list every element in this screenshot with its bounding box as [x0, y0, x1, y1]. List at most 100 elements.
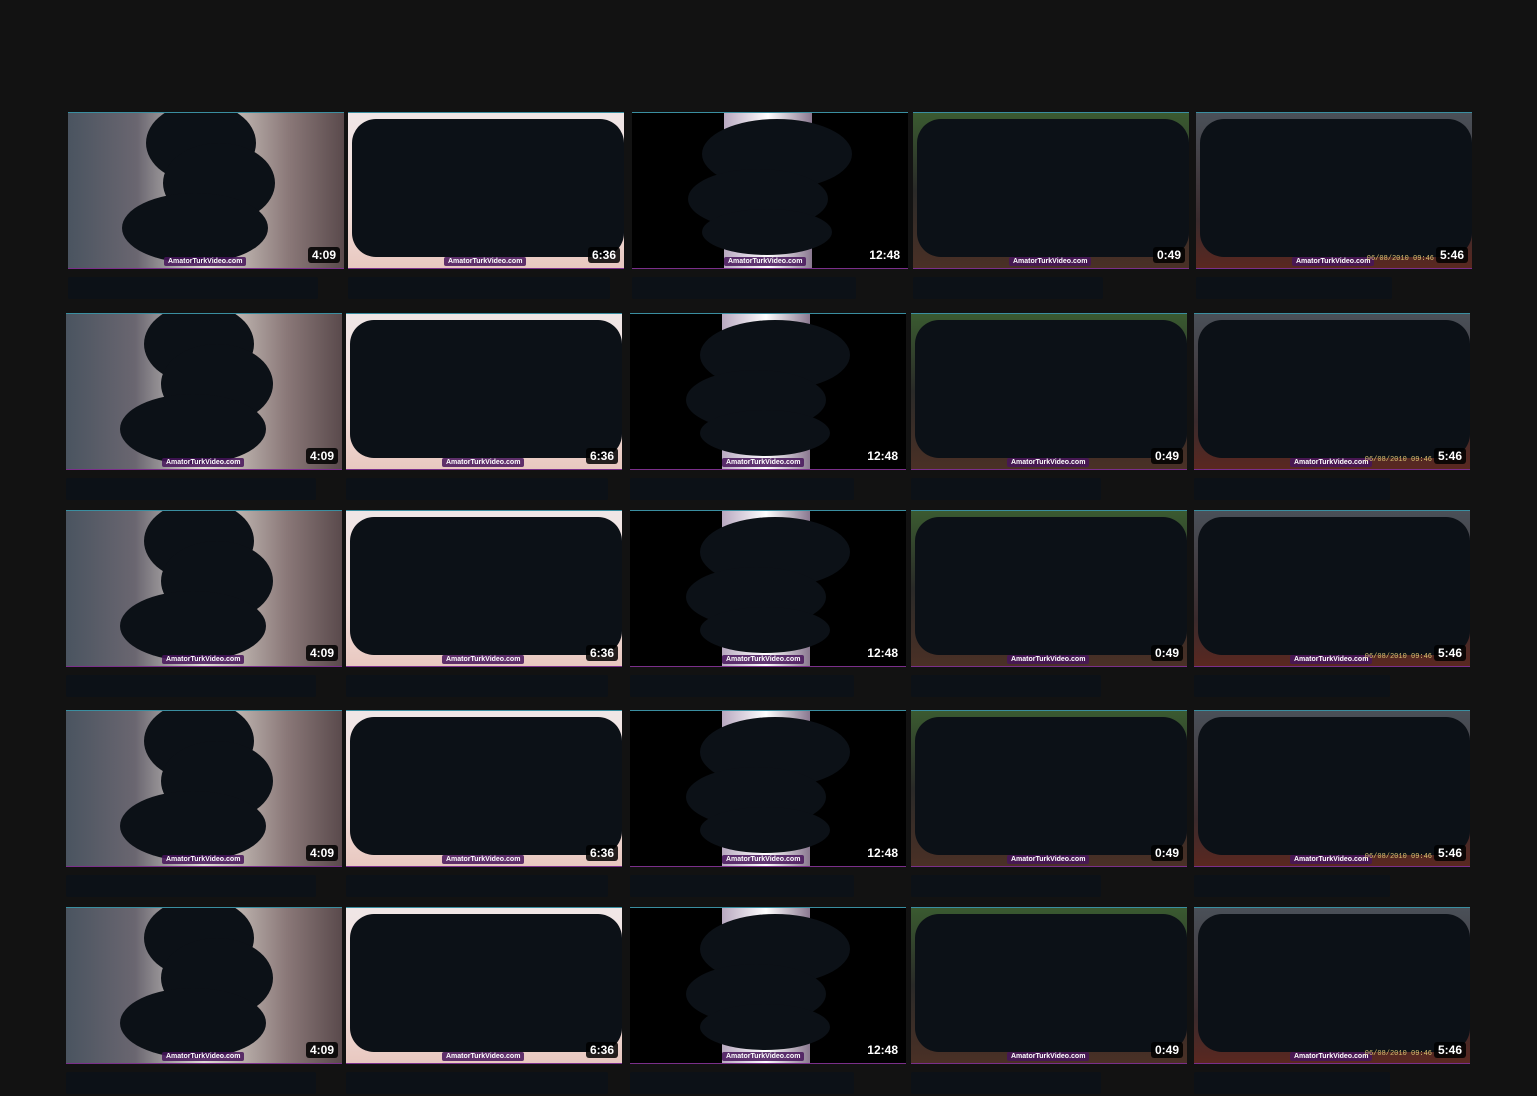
- video-card[interactable]: AmatorTurkVideo.com 12:48: [632, 112, 908, 301]
- video-card[interactable]: AmatorTurkVideo.com 06/08/2010 09:46 5:4…: [1194, 313, 1470, 502]
- video-card[interactable]: AmatorTurkVideo.com 4:09: [66, 907, 342, 1096]
- video-title[interactable]: [911, 673, 1187, 699]
- redacted-title: [348, 277, 610, 299]
- redaction-blob: [120, 791, 266, 861]
- duration-badge: 5:46: [1435, 247, 1468, 263]
- video-card[interactable]: AmatorTurkVideo.com 06/08/2010 09:46 5:4…: [1196, 112, 1472, 301]
- watermark-logo: AmatorTurkVideo.com: [1290, 1052, 1373, 1061]
- video-card[interactable]: AmatorTurkVideo.com 4:09: [66, 710, 342, 899]
- video-thumbnail[interactable]: AmatorTurkVideo.com 06/08/2010 09:46 5:4…: [1196, 112, 1472, 269]
- watermark-logo: AmatorTurkVideo.com: [1290, 855, 1373, 864]
- video-title[interactable]: [1194, 673, 1470, 699]
- video-title[interactable]: [66, 1070, 342, 1096]
- video-title[interactable]: [1194, 476, 1470, 502]
- video-card[interactable]: AmatorTurkVideo.com 0:49: [911, 510, 1187, 699]
- video-thumbnail[interactable]: AmatorTurkVideo.com 6:36: [346, 710, 622, 867]
- video-thumbnail[interactable]: AmatorTurkVideo.com 6:36: [346, 907, 622, 1064]
- redacted-title: [913, 277, 1103, 299]
- redaction-blob: [1198, 517, 1470, 655]
- video-title[interactable]: [913, 275, 1189, 301]
- redaction-blob: [122, 193, 268, 263]
- video-thumbnail[interactable]: AmatorTurkVideo.com 4:09: [66, 907, 342, 1064]
- duration-badge: 5:46: [1433, 845, 1466, 861]
- video-title[interactable]: [632, 275, 908, 301]
- video-card[interactable]: AmatorTurkVideo.com 6:36: [346, 510, 622, 699]
- redaction-blob: [350, 717, 622, 855]
- video-title[interactable]: [1196, 275, 1472, 301]
- redacted-title: [1194, 675, 1390, 697]
- video-card[interactable]: AmatorTurkVideo.com 0:49: [911, 710, 1187, 899]
- redacted-title: [630, 1072, 854, 1094]
- video-thumbnail[interactable]: AmatorTurkVideo.com 4:09: [66, 710, 342, 867]
- video-title[interactable]: [346, 1070, 622, 1096]
- video-title[interactable]: [630, 673, 906, 699]
- video-thumbnail[interactable]: AmatorTurkVideo.com 06/08/2010 09:46 5:4…: [1194, 907, 1470, 1064]
- video-title[interactable]: [66, 873, 342, 899]
- video-card[interactable]: AmatorTurkVideo.com 6:36: [348, 112, 624, 301]
- video-card[interactable]: AmatorTurkVideo.com 6:36: [346, 907, 622, 1096]
- video-thumbnail[interactable]: AmatorTurkVideo.com 4:09: [66, 510, 342, 667]
- video-title[interactable]: [911, 1070, 1187, 1096]
- video-card[interactable]: AmatorTurkVideo.com 06/08/2010 09:46 5:4…: [1194, 907, 1470, 1096]
- video-title[interactable]: [630, 873, 906, 899]
- video-thumbnail[interactable]: AmatorTurkVideo.com 12:48: [630, 710, 906, 867]
- video-thumbnail[interactable]: AmatorTurkVideo.com 4:09: [66, 313, 342, 470]
- redacted-title: [632, 277, 856, 299]
- video-thumbnail[interactable]: AmatorTurkVideo.com 12:48: [630, 907, 906, 1064]
- video-card[interactable]: AmatorTurkVideo.com 06/08/2010 09:46 5:4…: [1194, 710, 1470, 899]
- duration-badge: 0:49: [1150, 845, 1183, 861]
- video-card[interactable]: AmatorTurkVideo.com 0:49: [913, 112, 1189, 301]
- duration-badge: 4:09: [305, 645, 338, 661]
- video-card[interactable]: AmatorTurkVideo.com 4:09: [68, 112, 344, 301]
- video-title[interactable]: [68, 275, 344, 301]
- video-title[interactable]: [346, 673, 622, 699]
- video-thumbnail[interactable]: AmatorTurkVideo.com 06/08/2010 09:46 5:4…: [1194, 510, 1470, 667]
- watermark-logo: AmatorTurkVideo.com: [1009, 257, 1092, 266]
- video-card[interactable]: AmatorTurkVideo.com 12:48: [630, 710, 906, 899]
- video-card[interactable]: AmatorTurkVideo.com 0:49: [911, 907, 1187, 1096]
- video-thumbnail[interactable]: AmatorTurkVideo.com 06/08/2010 09:46 5:4…: [1194, 313, 1470, 470]
- duration-badge: 6:36: [585, 845, 618, 861]
- video-card[interactable]: AmatorTurkVideo.com 0:49: [911, 313, 1187, 502]
- video-title[interactable]: [346, 476, 622, 502]
- video-title[interactable]: [630, 1070, 906, 1096]
- watermark-logo: AmatorTurkVideo.com: [442, 1052, 525, 1061]
- duration-badge: 12:48: [863, 1042, 902, 1058]
- video-title[interactable]: [911, 873, 1187, 899]
- video-title[interactable]: [348, 275, 624, 301]
- video-thumbnail[interactable]: AmatorTurkVideo.com 12:48: [632, 112, 908, 269]
- video-title[interactable]: [346, 873, 622, 899]
- video-title[interactable]: [66, 673, 342, 699]
- video-thumbnail[interactable]: AmatorTurkVideo.com 12:48: [630, 510, 906, 667]
- video-thumbnail[interactable]: AmatorTurkVideo.com 0:49: [911, 313, 1187, 470]
- video-thumbnail[interactable]: AmatorTurkVideo.com 4:09: [68, 112, 344, 269]
- video-thumbnail[interactable]: AmatorTurkVideo.com 0:49: [911, 510, 1187, 667]
- video-card[interactable]: AmatorTurkVideo.com 6:36: [346, 313, 622, 502]
- video-card[interactable]: AmatorTurkVideo.com 12:48: [630, 907, 906, 1096]
- watermark-logo: AmatorTurkVideo.com: [442, 855, 525, 864]
- watermark-logo: AmatorTurkVideo.com: [724, 257, 807, 266]
- video-card[interactable]: AmatorTurkVideo.com 12:48: [630, 510, 906, 699]
- video-title[interactable]: [1194, 1070, 1470, 1096]
- video-card[interactable]: AmatorTurkVideo.com 06/08/2010 09:46 5:4…: [1194, 510, 1470, 699]
- video-thumbnail[interactable]: AmatorTurkVideo.com 06/08/2010 09:46 5:4…: [1194, 710, 1470, 867]
- video-card[interactable]: AmatorTurkVideo.com 4:09: [66, 313, 342, 502]
- video-title[interactable]: [66, 476, 342, 502]
- video-thumbnail[interactable]: AmatorTurkVideo.com 0:49: [911, 710, 1187, 867]
- video-thumbnail[interactable]: AmatorTurkVideo.com 0:49: [911, 907, 1187, 1064]
- watermark-logo: AmatorTurkVideo.com: [162, 655, 245, 664]
- video-card[interactable]: AmatorTurkVideo.com 4:09: [66, 510, 342, 699]
- redacted-title: [911, 675, 1101, 697]
- video-card[interactable]: AmatorTurkVideo.com 6:36: [346, 710, 622, 899]
- video-thumbnail[interactable]: AmatorTurkVideo.com 6:36: [346, 313, 622, 470]
- video-title[interactable]: [911, 476, 1187, 502]
- video-card[interactable]: AmatorTurkVideo.com 12:48: [630, 313, 906, 502]
- video-thumbnail[interactable]: AmatorTurkVideo.com 6:36: [346, 510, 622, 667]
- video-title[interactable]: [1194, 873, 1470, 899]
- video-thumbnail[interactable]: AmatorTurkVideo.com 0:49: [913, 112, 1189, 269]
- redacted-title: [630, 675, 854, 697]
- video-thumbnail[interactable]: AmatorTurkVideo.com 12:48: [630, 313, 906, 470]
- video-thumbnail[interactable]: AmatorTurkVideo.com 6:36: [348, 112, 624, 269]
- video-title[interactable]: [630, 476, 906, 502]
- duration-badge: 6:36: [585, 448, 618, 464]
